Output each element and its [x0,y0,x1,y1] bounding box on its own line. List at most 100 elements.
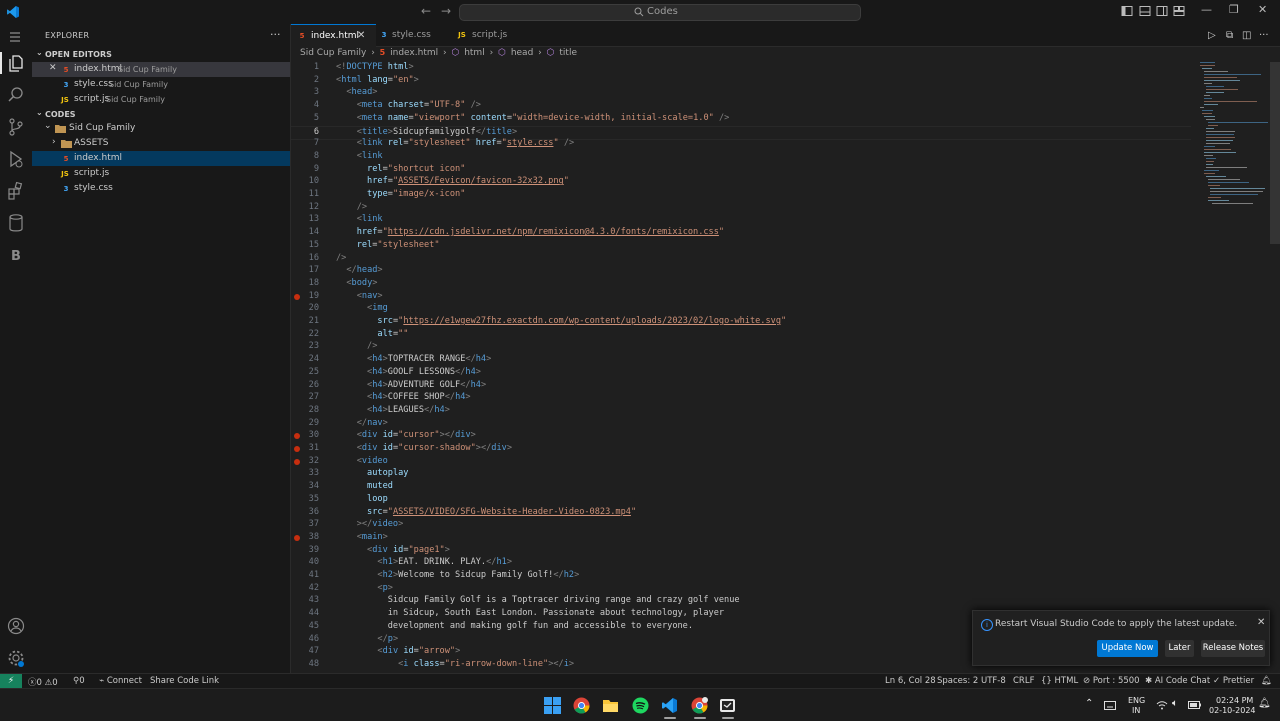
code-line[interactable]: 5 <meta name="viewport" content="width=d… [291,113,1191,126]
notifications-bell-icon[interactable]: 🔔︎ [1261,676,1272,686]
b-icon[interactable]: B [6,245,26,265]
language-indicator-top[interactable]: ENG [1128,696,1145,705]
breadcrumb-item[interactable]: html [464,48,485,58]
breadcrumb-item[interactable]: Sid Cup Family [300,48,366,58]
code-line[interactable]: 2 <html lang="en"> [291,75,1191,88]
connect-button[interactable]: ⌁ Connect [99,676,142,686]
speaker-icon[interactable]: 🔈︎ [1172,698,1178,709]
breadcrumb-item[interactable]: index.html [390,48,438,58]
run-debug-icon[interactable] [6,149,26,169]
customize-layout-icon[interactable] [1173,5,1185,17]
code-line[interactable]: 33 autoplay [291,468,1191,481]
code-line[interactable]: 11 type="image/x-icon" [291,189,1191,202]
code-line[interactable]: 30 <div id="cursor"></div> [291,430,1191,443]
tab-script-js[interactable]: JS script.js [452,24,530,46]
editor-scrollbar[interactable] [1270,62,1280,244]
clock-date[interactable]: 02-10-2024 [1209,706,1256,715]
menu-icon[interactable] [8,30,22,44]
account-icon[interactable] [6,616,26,636]
toggle-primary-sidebar-icon[interactable] [1121,5,1133,17]
extensions-icon[interactable] [6,181,26,201]
run-icon[interactable]: ▷ [1208,30,1216,41]
code-line[interactable]: 15 rel="stylesheet" [291,240,1191,253]
code-line[interactable]: 25 <h4>GOOLF LESSONS</h4> [291,367,1191,380]
code-editor[interactable]: 1 <!DOCTYPE html> 2 <html lang="en"> 3 <head… [291,62,1191,673]
back-arrow-icon[interactable]: ← [421,4,431,18]
chrome-profile-icon[interactable] [691,697,708,714]
later-button[interactable]: Later [1165,640,1194,657]
command-center-search[interactable]: Codes [459,4,861,21]
database-icon[interactable] [6,213,26,233]
tree-folder-sid-cup-family[interactable]: ⌄ Sid Cup Family [32,121,290,136]
breadcrumb-item[interactable]: title [559,48,577,58]
encoding[interactable]: UTF-8 [981,676,1006,686]
code-line[interactable]: 16 /> [291,253,1191,266]
minimize-icon[interactable]: — [1201,3,1212,16]
code-line[interactable]: 31 <div id="cursor-shadow"></div> [291,443,1191,456]
code-line[interactable]: 4 <meta charset="UTF-8" /> [291,100,1191,113]
windows-start-icon[interactable] [544,697,561,714]
code-line[interactable]: 9 rel="shortcut icon" [291,164,1191,177]
line-ending[interactable]: CRLF [1013,676,1034,686]
ports-indicator[interactable]: ⚲0 [73,676,85,686]
spotify-icon[interactable] [632,697,649,714]
minimap[interactable] [1191,62,1268,212]
code-line[interactable]: 38 <main> [291,532,1191,545]
problems-indicator[interactable]: ⓧ0 ⚠0 [28,676,58,688]
code-line[interactable]: 12 /> [291,202,1191,215]
language-mode[interactable]: {} HTML [1041,676,1078,686]
release-notes-button[interactable]: Release Notes [1201,640,1265,657]
close-icon[interactable]: ✕ [1257,617,1265,628]
more-actions-icon[interactable]: ··· [1259,30,1269,41]
split-editor-icon[interactable]: ◫ [1242,30,1251,41]
language-indicator-bottom[interactable]: IN [1132,706,1140,715]
code-line[interactable]: 14 href="https://cdn.jsdelivr.net/npm/re… [291,227,1191,240]
keyboard-icon[interactable] [1104,701,1116,710]
code-line[interactable]: 26 <h4>ADVENTURE GOLF</h4> [291,380,1191,393]
code-line[interactable]: 43 Sidcup Family Golf is a Toptracer dri… [291,595,1191,608]
code-line[interactable]: 1 <!DOCTYPE html> [291,62,1191,75]
code-line[interactable]: 18 <body> [291,278,1191,291]
app-icon[interactable] [719,697,736,714]
code-line[interactable]: 21 src="https://e1wgew27fhz.exactdn.com/… [291,316,1191,329]
code-line[interactable]: 37 ></video> [291,519,1191,532]
code-line[interactable]: 29 </nav> [291,418,1191,431]
breadcrumb-item[interactable]: head [511,48,533,58]
cursor-position[interactable]: Ln 6, Col 28 [885,676,936,686]
code-line[interactable]: 41 <h2>Welcome to Sidcup Family Golf!</h… [291,570,1191,583]
code-line[interactable]: 13 <link [291,214,1191,227]
code-line[interactable]: 8 <link [291,151,1191,164]
wifi-icon[interactable] [1156,700,1168,710]
share-code-link-button[interactable]: Share Code Link [150,676,219,686]
code-line[interactable]: 27 <h4>COFFEE SHOP</h4> [291,392,1191,405]
battery-icon[interactable] [1188,701,1201,709]
search-icon[interactable] [6,85,26,105]
code-line[interactable]: 7 <link rel="stylesheet" href="style.css… [291,138,1191,151]
settings-icon[interactable] [6,648,26,668]
code-line[interactable]: 39 <div id="page1"> [291,545,1191,558]
ai-code-chat[interactable]: ✱ AI Code Chat [1145,676,1210,686]
code-line[interactable]: 19 <nav> [291,291,1191,304]
code-line[interactable]: 20 <img [291,303,1191,316]
code-line[interactable]: 36 src="ASSETS/VIDEO/SFG-Website-Header-… [291,507,1191,520]
code-line[interactable]: 3 <head> [291,87,1191,100]
restore-icon[interactable]: ❐ [1229,3,1239,16]
open-preview-icon[interactable]: ⧉ [1226,30,1233,41]
toggle-panel-icon[interactable] [1139,5,1151,17]
open-editor-style-css[interactable]: 3 style.css Sid Cup Family [32,77,290,92]
code-line[interactable]: 23 /> [291,341,1191,354]
tree-file-style-css[interactable]: 3 style.css [32,181,290,196]
close-window-icon[interactable]: ✕ [1258,3,1267,16]
code-line[interactable]: 17 </head> [291,265,1191,278]
code-line[interactable]: 34 muted [291,481,1191,494]
vscode-icon[interactable] [661,697,678,714]
remote-icon[interactable]: ⚡ [0,674,22,689]
tree-folder-assets[interactable]: › ASSETS [32,136,290,151]
codes-folder-header[interactable]: ⌄ CODES [32,108,290,122]
indentation[interactable]: Spaces: 2 [937,676,978,686]
open-editor-script-js[interactable]: JS script.js Sid Cup Family [32,92,290,107]
code-line[interactable]: 42 <p> [291,583,1191,596]
tree-file-index-html[interactable]: 5 index.html [32,151,290,166]
tree-file-script-js[interactable]: JS script.js [32,166,290,181]
forward-arrow-icon[interactable]: → [441,4,451,18]
